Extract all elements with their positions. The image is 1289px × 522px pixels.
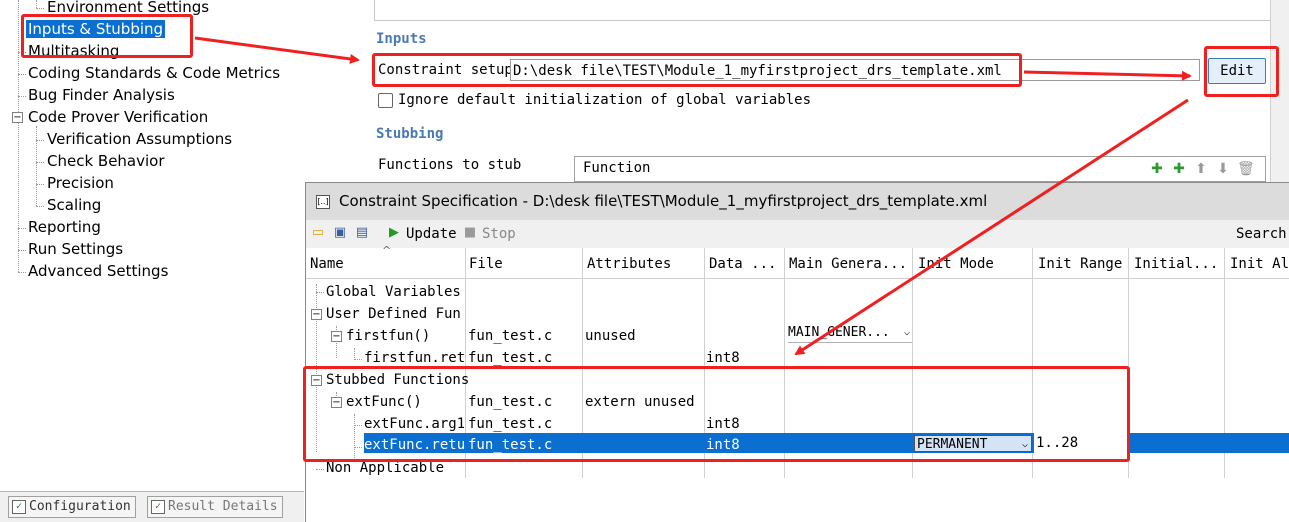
arrow-nav-to-constraint [194, 36, 360, 64]
arrow-constraint-to-edit [1023, 70, 1192, 81]
annotation-arrows [194, 36, 1192, 356]
arrow-edit-to-dialog [794, 98, 1189, 356]
